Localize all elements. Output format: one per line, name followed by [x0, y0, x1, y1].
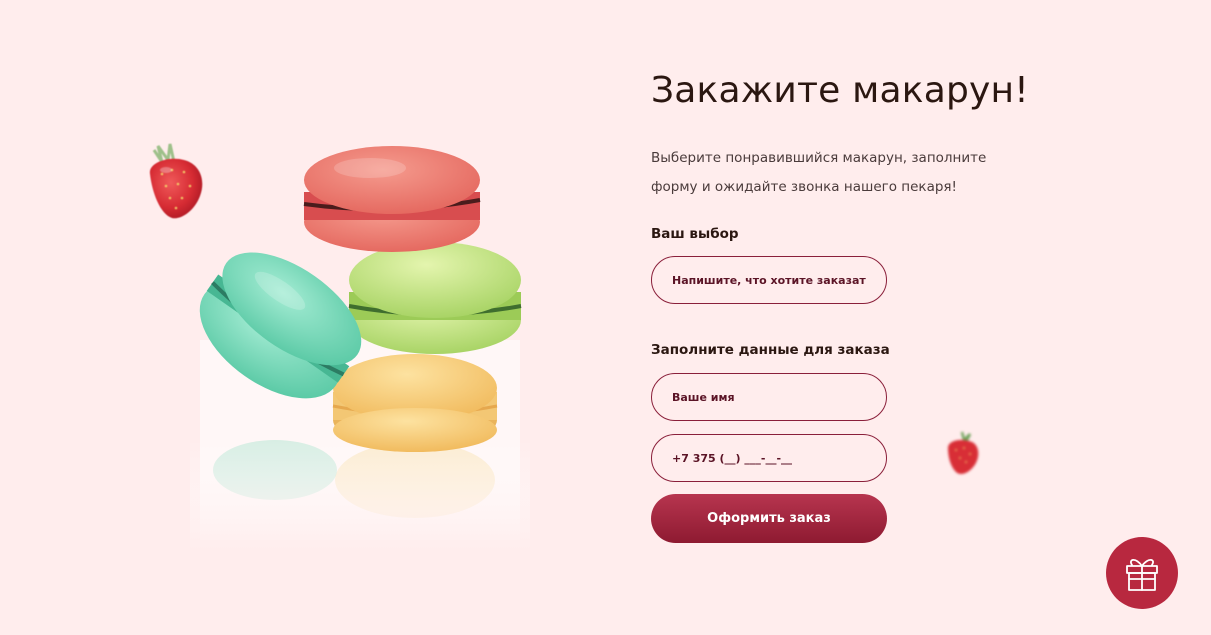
gift-button[interactable] [1106, 537, 1178, 609]
submit-order-button[interactable]: Оформить заказ [651, 494, 887, 543]
order-form: Закажите макарун! Выберите понравившийся… [651, 60, 1051, 543]
gift-icon [1126, 558, 1158, 591]
order-description: Выберите понравившийся макарун, заполнит… [651, 150, 987, 195]
order-choice-input[interactable] [651, 256, 887, 304]
choice-label: Ваш выбор [651, 226, 739, 242]
page-title: Закажите макарун! [651, 70, 1029, 111]
details-label: Заполните данные для заказа [651, 342, 890, 358]
phone-input[interactable] [651, 434, 887, 482]
macaron-stack-illustration [190, 146, 530, 550]
order-section: Закажите макарун! Выберите понравившийся… [0, 0, 1211, 635]
name-input[interactable] [651, 373, 887, 421]
